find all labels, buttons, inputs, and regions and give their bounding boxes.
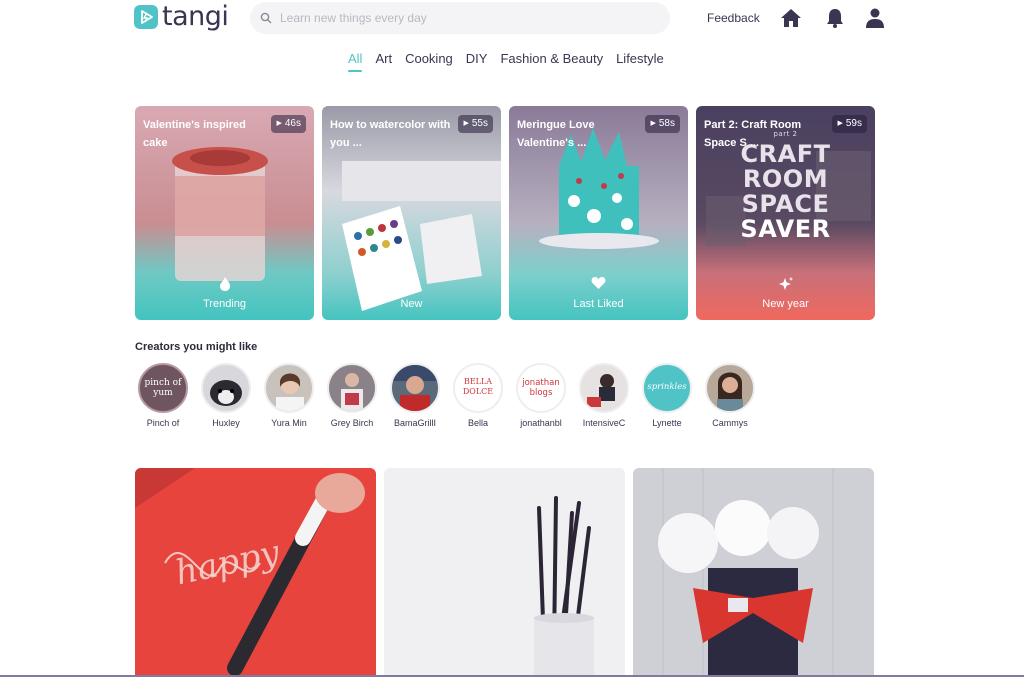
creator-name: Yura Min: [271, 418, 307, 428]
creator-name: Cammys: [712, 418, 748, 428]
feature-badge-label: New: [400, 298, 423, 310]
feature-card-trending[interactable]: Valentine's inspired cake 46s Trending: [135, 106, 314, 320]
avatar: [390, 363, 440, 413]
creator-item[interactable]: BELLA DOLCE Bella: [448, 363, 508, 428]
creator-name: Huxley: [212, 418, 240, 428]
logo[interactable]: tangi: [134, 1, 229, 32]
creator-item[interactable]: Grey Birch: [322, 363, 382, 428]
creator-name: Pinch of: [146, 418, 180, 428]
creator-item[interactable]: pinch of yum Pinch of: [133, 363, 193, 428]
avatar: [579, 363, 629, 413]
feature-title: How to watercolor with you ...: [330, 119, 451, 149]
tab-art[interactable]: Art: [375, 51, 392, 72]
feedback-link[interactable]: Feedback: [707, 11, 760, 25]
craft-room-overlay: part 2 CRAFT ROOM SPACE SAVER: [696, 130, 875, 243]
lettering-pen-tile[interactable]: happy: [135, 468, 376, 677]
tab-lifestyle[interactable]: Lifestyle: [616, 51, 664, 72]
search-bar[interactable]: [250, 2, 670, 34]
paper-roses-tile[interactable]: [633, 468, 874, 677]
flame-icon: [135, 276, 314, 295]
avatar-text: pinch of yum: [144, 378, 182, 398]
sprout-icon: [322, 276, 501, 295]
feature-badge-label: Trending: [202, 298, 246, 310]
roses-thumbnail: [633, 468, 874, 677]
avatar: jonathan blogs: [516, 363, 566, 413]
feature-title: Part 2: Craft Room Space S ...: [704, 119, 802, 149]
creator-item[interactable]: IntensiveC: [574, 363, 634, 428]
tab-diy[interactable]: DIY: [466, 51, 488, 72]
creator-name: Bella: [467, 418, 488, 428]
user-icon[interactable]: [864, 7, 886, 29]
tab-cooking[interactable]: Cooking: [405, 51, 453, 72]
creator-item[interactable]: jonathan blogs jonathanbl: [511, 363, 571, 428]
creator-item[interactable]: sprinkles Lynette: [637, 363, 697, 428]
duration-badge: 46s: [271, 115, 306, 133]
feature-title: Meringue Love Valentine's ...: [517, 119, 595, 149]
feature-badge-label: New year: [762, 298, 809, 310]
avatar: [201, 363, 251, 413]
avatar-text: BELLA DOLCE: [462, 377, 494, 396]
heart-icon: [509, 276, 688, 293]
tab-all[interactable]: All: [348, 51, 363, 72]
paint-brushes-tile[interactable]: [384, 468, 625, 677]
avatar-text: jonathan blogs: [522, 378, 560, 398]
avatar: [264, 363, 314, 413]
header: tangi Feedback: [0, 0, 1024, 40]
duration-badge: 59s: [832, 115, 867, 133]
category-tabs: All Art Cooking DIY Fashion & Beauty Lif…: [348, 51, 664, 72]
creators-heading: Creators you might like: [135, 341, 258, 353]
play-logo-icon: [134, 5, 158, 29]
creator-name: BamaGrillI: [393, 418, 436, 428]
duration-badge: 55s: [458, 115, 493, 133]
feature-title: Valentine's inspired cake: [143, 119, 246, 149]
duration-badge: 58s: [645, 115, 680, 133]
creator-item[interactable]: BamaGrillI: [385, 363, 445, 428]
tab-fashion-beauty[interactable]: Fashion & Beauty: [500, 51, 603, 72]
avatar: pinch of yum: [138, 363, 188, 413]
search-input[interactable]: [280, 11, 640, 25]
creator-item[interactable]: Cammys: [700, 363, 760, 428]
creator-item[interactable]: Huxley: [196, 363, 256, 428]
creator-item[interactable]: Yura Min: [259, 363, 319, 428]
search-icon: [260, 12, 272, 24]
avatar: BELLA DOLCE: [453, 363, 503, 413]
brushes-thumbnail: [384, 468, 625, 677]
creator-name: Grey Birch: [330, 418, 374, 428]
feature-card-new-year[interactable]: part 2 CRAFT ROOM SPACE SAVER Part 2: Cr…: [696, 106, 875, 320]
creator-name: Lynette: [652, 418, 682, 428]
home-icon[interactable]: [780, 7, 802, 29]
bell-icon[interactable]: [824, 7, 846, 29]
creator-name: IntensiveC: [582, 418, 626, 428]
sparkle-icon: [696, 276, 875, 295]
avatar: sprinkles: [642, 363, 692, 413]
feature-card-new[interactable]: How to watercolor with you ... 55s New: [322, 106, 501, 320]
creator-name: jonathanbl: [520, 418, 562, 428]
avatar: [327, 363, 377, 413]
overlay-line: SAVER: [740, 215, 831, 243]
avatar-text: sprinkles: [647, 382, 687, 392]
feature-card-last-liked[interactable]: Meringue Love Valentine's ... 58s Last L…: [509, 106, 688, 320]
overlay-line: SPACE: [741, 190, 830, 218]
avatar: [705, 363, 755, 413]
feature-badge-label: Last Liked: [573, 298, 624, 310]
logo-text: tangi: [162, 1, 229, 32]
overlay-line: ROOM: [742, 165, 829, 193]
